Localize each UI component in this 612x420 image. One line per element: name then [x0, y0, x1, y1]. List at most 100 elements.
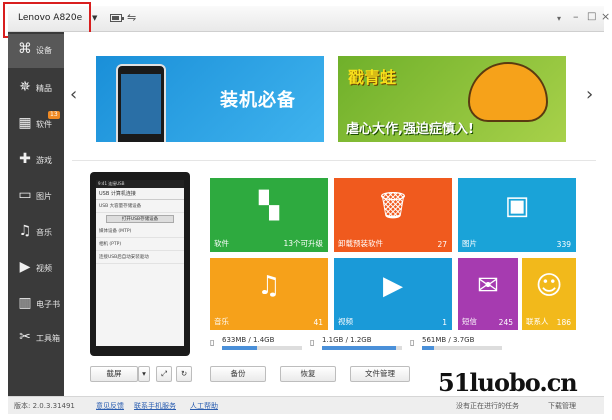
title-bar: Lenovo A820e ▼ ⇋ ▾ – □ × [8, 6, 610, 32]
close-icon[interactable]: × [601, 11, 610, 23]
maximize-icon[interactable]: □ [587, 11, 596, 23]
sidebar-item-music[interactable]: ♫ 音乐 [8, 216, 64, 250]
battery-icon [110, 14, 124, 22]
sidebar-item-games[interactable]: ✚ 游戏 [8, 144, 64, 178]
banner-prev-icon[interactable]: ‹ [70, 84, 77, 105]
tile-count: 41 [313, 318, 323, 327]
phone-option: 相机 (PTP) [96, 238, 184, 251]
tile-count: 339 [556, 240, 571, 249]
storage-text-internal: 1.1GB / 1.2GB [322, 336, 372, 344]
file-manager-button[interactable]: 文件管理 [350, 366, 410, 382]
phone-option-button: 打开USB存储设备 [106, 215, 174, 223]
refresh-icon[interactable]: ↻ [176, 366, 192, 382]
star-icon: ✵ [19, 79, 31, 95]
minimize-icon[interactable]: – [573, 11, 579, 23]
banner-next-icon[interactable]: › [586, 84, 593, 105]
storage-text-phone: 633MB / 1.4GB [222, 336, 275, 344]
phone-status-bar: 9:41 连接USB [96, 180, 184, 188]
tile-count: 27 [437, 240, 447, 249]
backup-button[interactable]: 备份 [210, 366, 266, 382]
tile-count: 245 [498, 318, 513, 327]
tile-contacts[interactable]: ☺ 联系人 186 [522, 258, 576, 330]
storage-bar-phone [222, 346, 302, 350]
tile-sms[interactable]: ✉ 短信 245 [458, 258, 518, 330]
sidebar-item-label: 图片 [36, 192, 52, 201]
tile-uninstall-preinstalled[interactable]: 🗑 卸载预装软件 27 [334, 178, 452, 252]
phone-screen-preview: 9:41 连接USB USB 计算机连接 USB 大容量存储设备 打开USB存储… [90, 172, 190, 356]
book-icon: ▥ [18, 295, 32, 311]
apps-grid-icon: ▚ [259, 191, 279, 221]
storage-text-sdcard: 561MB / 3.7GB [422, 336, 475, 344]
sidebar-item-toolbox[interactable]: ✂ 工具箱 [8, 322, 64, 356]
sidebar-item-device[interactable]: ⌘ 设备 [8, 34, 64, 68]
fullscreen-icon[interactable]: ⤢ [156, 366, 172, 382]
tile-music[interactable]: ♫ 音乐 41 [210, 258, 328, 330]
contact-service-link[interactable]: 联系手机服务 [134, 401, 176, 411]
tile-video[interactable]: ▶ 视频 1 [334, 258, 452, 330]
sidebar-item-label: 工具箱 [36, 334, 60, 343]
restore-button[interactable]: 恢复 [280, 366, 336, 382]
sidebar-item-label: 音乐 [36, 228, 52, 237]
phone-option: 连接USB后自动安装驱动 [96, 251, 184, 264]
sidebar-item-ebooks[interactable]: ▥ 电子书 [8, 288, 64, 322]
help-link[interactable]: 人工帮助 [190, 401, 218, 411]
phone-illustration [116, 64, 166, 142]
update-count-badge: 13 [48, 111, 60, 119]
sidebar-item-software[interactable]: ▦ 软件 13 [8, 108, 64, 142]
download-manager-button[interactable]: 下载管理 [548, 401, 576, 411]
frog-illustration [468, 62, 548, 122]
divider [72, 160, 596, 161]
phone-screen: 9:41 连接USB USB 计算机连接 USB 大容量存储设备 打开USB存储… [96, 180, 184, 346]
trash-icon: 🗑 [376, 191, 410, 221]
sidebar-item-label: 软件 [36, 120, 52, 129]
music-note-icon: ♫ [257, 271, 281, 301]
banner-right-text: 虐心大作,强迫症慎入! [346, 122, 474, 137]
feedback-link[interactable]: 意见反馈 [96, 401, 124, 411]
phone-dialog-title: USB 计算机连接 [96, 188, 184, 200]
music-note-icon: ♫ [18, 223, 32, 239]
sidebar-item-pictures[interactable]: ▭ 图片 [8, 180, 64, 214]
sidebar-item-video[interactable]: ▶ 视频 [8, 252, 64, 286]
banner-left-text: 装机必备 [220, 90, 296, 111]
banner-right-title: 戳青蛙 [348, 68, 397, 87]
tile-label: 短信 [462, 317, 477, 326]
task-status: 没有正在进行的任务 [456, 402, 519, 410]
sdcard-storage-icon: ▯ [310, 338, 315, 347]
tile-label: 音乐 [214, 317, 229, 326]
sidebar-item-label: 电子书 [36, 300, 60, 309]
version-label: 版本: 2.0.3.31491 [14, 402, 75, 410]
contact-person-icon: ☺ [535, 271, 563, 301]
picture-icon: ▭ [18, 187, 32, 203]
screenshot-button[interactable]: 截屏 [90, 366, 138, 382]
video-play-icon: ▶ [383, 271, 403, 301]
screenshot-dropdown-icon[interactable]: ▾ [138, 366, 150, 382]
message-icon: ✉ [477, 271, 499, 301]
usb-icon: ⇋ [127, 11, 137, 24]
tile-label: 卸载预装软件 [338, 239, 383, 248]
apps-grid-icon: ▦ [18, 115, 32, 131]
sidebar-item-label: 游戏 [36, 156, 52, 165]
tile-count: 186 [556, 318, 571, 327]
sidebar: ⌘ 设备 ✵ 精品 ▦ 软件 13 ✚ 游戏 ▭ 图片 ♫ 音乐 ▶ 视频 ▥ … [8, 32, 64, 396]
main-content: ‹ › 装机必备 戳青蛙 虐心大作,强迫症慎入! 9:41 连接USB USB … [64, 32, 604, 396]
device-dropdown-icon[interactable]: ▼ [92, 14, 97, 22]
tile-pictures[interactable]: ▣ 图片 339 [458, 178, 576, 252]
sidebar-item-label: 精品 [36, 84, 52, 93]
sidebar-item-featured[interactable]: ✵ 精品 [8, 72, 64, 106]
watermark: 51luobo.cn [438, 368, 578, 397]
status-bar: 版本: 2.0.3.31491 意见反馈 联系手机服务 人工帮助 没有正在进行的… [8, 396, 604, 414]
device-icon: ⌘ [18, 41, 32, 57]
video-play-icon: ▶ [19, 259, 31, 275]
tile-count: 13个可升级 [283, 239, 323, 248]
sidebar-item-label: 视频 [36, 264, 52, 273]
tile-software[interactable]: ▚ 软件 13个可升级 [210, 178, 328, 252]
banner-frog-game[interactable]: 戳青蛙 虐心大作,强迫症慎入! [338, 56, 566, 142]
tile-label: 图片 [462, 239, 477, 248]
tile-count: 1 [442, 318, 447, 327]
tile-label: 视频 [338, 317, 353, 326]
sidebar-item-label: 设备 [36, 46, 52, 55]
banner-essential-apps[interactable]: 装机必备 [96, 56, 324, 142]
tile-label: 软件 [214, 239, 229, 248]
menu-icon[interactable]: ▾ [557, 13, 561, 25]
picture-icon: ▣ [504, 191, 530, 221]
